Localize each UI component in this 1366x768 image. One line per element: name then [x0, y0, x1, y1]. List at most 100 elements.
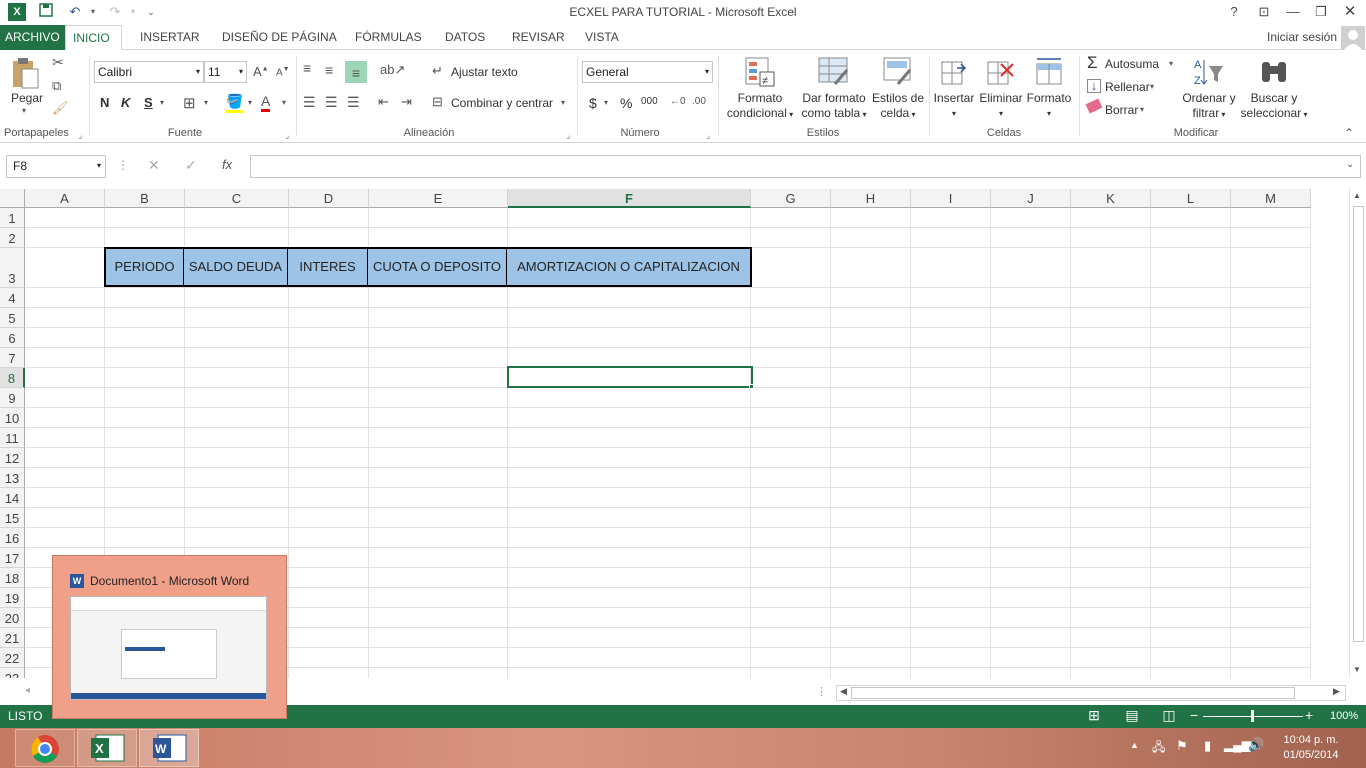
tab-file[interactable]: ARCHIVO [0, 25, 65, 50]
merge-center-icon[interactable]: ⊟ [432, 94, 443, 110]
clear-button[interactable]: Borrar [1105, 101, 1138, 119]
percent-button[interactable]: % [620, 95, 632, 111]
cell-styles-icon[interactable] [882, 56, 914, 88]
clipboard-launcher-icon[interactable]: ⌟ [78, 130, 82, 141]
volume-icon[interactable]: 🔊 [1248, 737, 1264, 753]
number-launcher-icon[interactable]: ⌟ [706, 130, 710, 141]
selected-cell-f8[interactable] [507, 366, 753, 388]
autosum-button[interactable]: Autosuma [1105, 55, 1159, 73]
delete-cells-button[interactable]: Eliminar ▾ [976, 91, 1026, 121]
tab-data[interactable]: DATOS [438, 25, 492, 50]
row-header-7[interactable]: 7 [0, 348, 25, 368]
decrease-decimal-icon[interactable]: .00 [692, 96, 706, 107]
tab-home[interactable]: INICIO [65, 25, 122, 51]
format-as-table-icon[interactable] [817, 56, 851, 88]
underline-button[interactable]: S [144, 95, 153, 110]
word-taskbar-button[interactable]: W [139, 729, 199, 767]
tab-formulas[interactable]: FÓRMULAS [348, 25, 429, 50]
restore-icon[interactable]: ❐ [1309, 2, 1333, 22]
help-icon[interactable]: ? [1222, 2, 1246, 22]
font-name-box[interactable]: Calibri ▾ [94, 61, 204, 83]
thousands-button[interactable]: 000 [641, 96, 658, 107]
zoom-slider-thumb[interactable] [1251, 710, 1254, 722]
zoom-slider[interactable] [1203, 710, 1303, 722]
sort-filter-button[interactable]: Ordenar y filtrar ▾ [1178, 91, 1240, 122]
zoom-out-icon[interactable]: − [1190, 707, 1198, 723]
insert-function-icon[interactable]: fx [222, 157, 232, 172]
column-header-i[interactable]: I [911, 189, 991, 208]
close-icon[interactable]: ✕ [1338, 2, 1362, 22]
column-header-f[interactable]: F [508, 189, 751, 208]
cell-styles-button[interactable]: Estilos de celda ▾ [868, 91, 928, 122]
underline-dropdown-icon[interactable]: ▾ [160, 98, 164, 107]
row-header-12[interactable]: 12 [0, 448, 25, 468]
column-header-a[interactable]: A [25, 189, 105, 208]
column-header-d[interactable]: D [289, 189, 369, 208]
page-break-view-icon[interactable]: ◫ [1160, 707, 1178, 725]
align-right-icon[interactable]: ☰ [347, 94, 360, 111]
alignment-launcher-icon[interactable]: ⌟ [566, 130, 570, 141]
page-layout-view-icon[interactable]: ▤ [1123, 707, 1141, 725]
name-box[interactable]: F8 ▾ [6, 155, 106, 178]
split-handle-icon[interactable]: ⋮ [816, 685, 827, 698]
format-cells-button[interactable]: Formato ▾ [1024, 91, 1074, 121]
minimize-icon[interactable]: — [1281, 2, 1305, 22]
row-header-16[interactable]: 16 [0, 528, 25, 548]
increase-font-icon[interactable]: A▲ [253, 64, 269, 79]
row-header-4[interactable]: 4 [0, 288, 25, 308]
tab-insert[interactable]: INSERTAR [133, 25, 207, 50]
borders-icon[interactable]: ⊞ [183, 94, 196, 112]
column-header-h[interactable]: H [831, 189, 911, 208]
italic-button[interactable]: K [121, 95, 130, 110]
borders-dropdown-icon[interactable]: ▾ [204, 98, 208, 107]
align-center-icon[interactable]: ☰ [325, 94, 338, 111]
delete-cells-icon[interactable] [985, 56, 1015, 88]
row-header-19[interactable]: 19 [0, 588, 25, 608]
table-header-cell[interactable]: AMORTIZACION O CAPITALIZACION [507, 247, 752, 287]
binoculars-icon[interactable] [1258, 56, 1290, 88]
scroll-left-icon[interactable]: ◀ [840, 686, 847, 697]
row-header-15[interactable]: 15 [0, 508, 25, 528]
ribbon-display-options-icon[interactable]: ⊡ [1252, 2, 1276, 22]
column-header-j[interactable]: J [991, 189, 1071, 208]
paste-dropdown-icon[interactable]: ▾ [22, 106, 26, 115]
clear-dropdown-icon[interactable]: ▾ [1140, 105, 1144, 114]
find-select-button[interactable]: Buscar y seleccionar ▾ [1236, 91, 1312, 122]
row-header-23[interactable]: 23 [0, 668, 25, 678]
formula-input[interactable] [250, 155, 1361, 178]
row-header-18[interactable]: 18 [0, 568, 25, 588]
vertical-scrollbar[interactable]: ▲ ▼ [1349, 189, 1366, 678]
orientation-icon[interactable]: ab↗ [380, 62, 405, 78]
merge-dropdown-icon[interactable]: ▾ [561, 98, 565, 107]
table-header-cell[interactable]: SALDO DEUDA [184, 247, 289, 287]
insert-cells-button[interactable]: Insertar ▾ [930, 91, 978, 121]
font-color-icon[interactable]: A [261, 93, 271, 112]
fill-color-icon[interactable]: 🪣 [226, 93, 244, 113]
row-header-22[interactable]: 22 [0, 648, 25, 668]
table-header-cell[interactable]: PERIODO [104, 247, 185, 287]
normal-view-icon[interactable]: ⊞ [1085, 707, 1103, 725]
excel-taskbar-button[interactable]: X [77, 729, 137, 767]
clock[interactable]: 10:04 p. m. 01/05/2014 [1276, 733, 1346, 763]
table-header-cell[interactable]: CUOTA O DEPOSITO [368, 247, 508, 287]
horizontal-scrollbar[interactable]: ◀ ▶ [836, 685, 1346, 701]
format-cells-icon[interactable] [1034, 56, 1064, 88]
chevron-down-icon[interactable]: ▾ [239, 62, 243, 82]
row-header-6[interactable]: 6 [0, 328, 25, 348]
preview-thumbnail[interactable] [70, 596, 267, 700]
decrease-font-icon[interactable]: A▼ [276, 66, 290, 78]
row-header-5[interactable]: 5 [0, 308, 25, 328]
paste-button[interactable]: Pegar [10, 91, 44, 106]
wrap-text-icon[interactable]: ↵ [432, 63, 443, 79]
tab-view[interactable]: VISTA [578, 25, 626, 50]
align-left-icon[interactable]: ☰ [303, 94, 316, 111]
vertical-scroll-thumb[interactable] [1353, 206, 1364, 642]
collapse-ribbon-icon[interactable]: ⌃ [1344, 126, 1354, 140]
row-header-2[interactable]: 2 [0, 228, 25, 248]
word-window-preview[interactable]: W Documento1 - Microsoft Word [52, 555, 287, 719]
autosum-dropdown-icon[interactable]: ▾ [1169, 59, 1173, 68]
wrap-text-button[interactable]: Ajustar texto [451, 63, 518, 81]
show-hidden-icons[interactable]: ▲ [1130, 740, 1139, 750]
tab-review[interactable]: REVISAR [505, 25, 572, 50]
increase-indent-icon[interactable]: ⇥ [401, 94, 412, 110]
